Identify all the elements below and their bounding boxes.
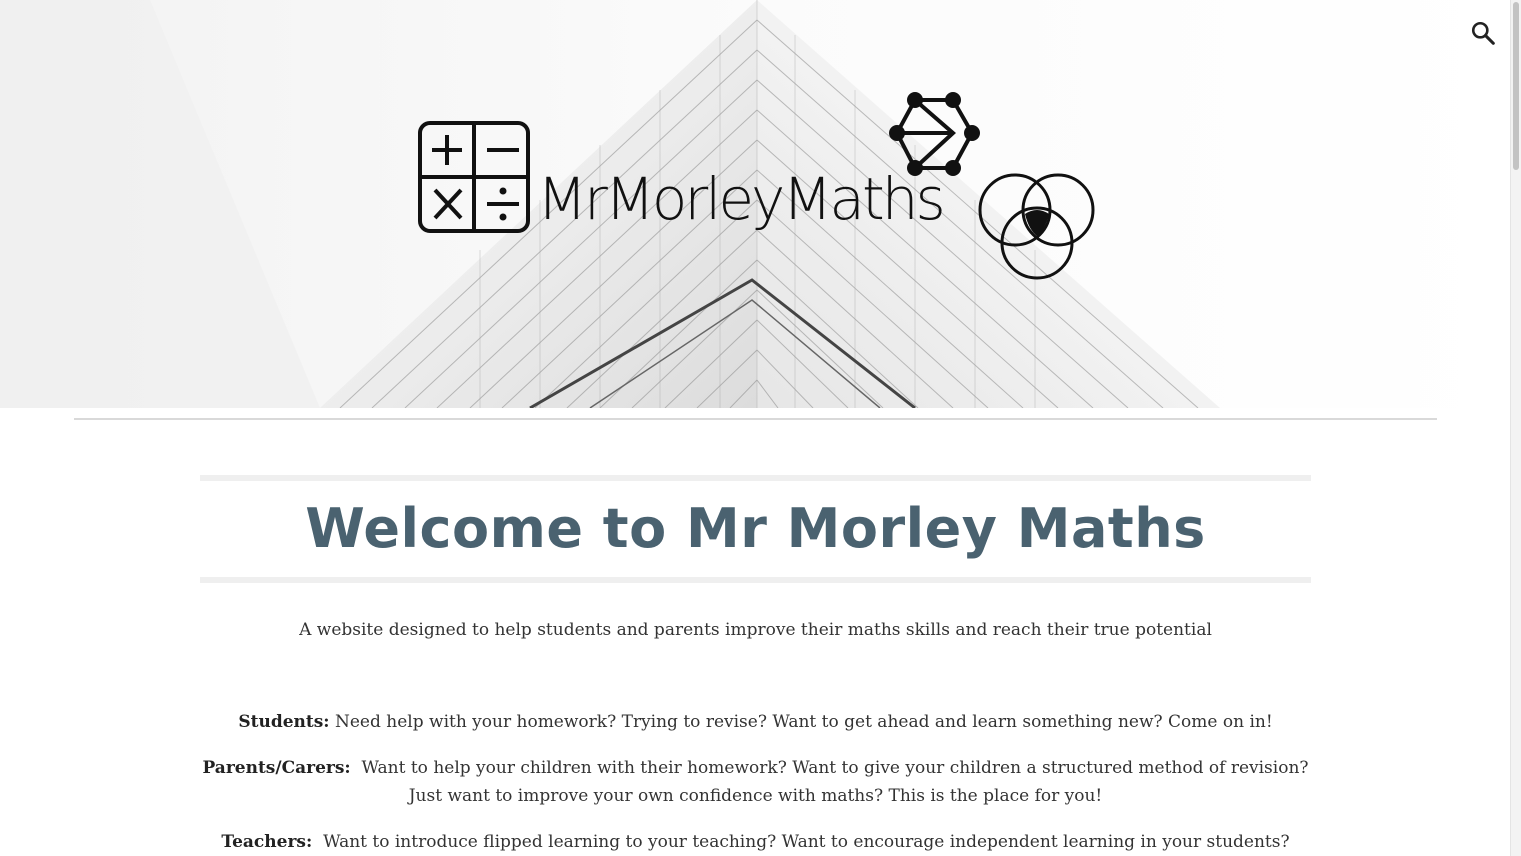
- parents-label: Parents/Carers:: [202, 758, 351, 778]
- page-title: Welcome to Mr Morley Maths: [305, 497, 1206, 560]
- tagline: A website designed to help students and …: [299, 620, 1212, 640]
- scrollbar[interactable]: [1510, 0, 1521, 856]
- site-logo[interactable]: MrMorleyMaths: [415, 88, 1105, 288]
- header-divider: [74, 418, 1437, 420]
- search-button[interactable]: [1466, 16, 1500, 50]
- parents-paragraph: Parents/Carers: Want to help your childr…: [196, 754, 1315, 810]
- teachers-label: Teachers:: [221, 832, 313, 852]
- graph-network-icon: [894, 98, 975, 170]
- page: MrMorleyMaths Welcome to Mr Morley Maths…: [0, 0, 1521, 856]
- students-text: Need help with your homework? Trying to …: [335, 712, 1273, 732]
- title-rule-bottom: [200, 577, 1311, 583]
- calculator-icon: [418, 121, 530, 233]
- title-rule-top: [200, 475, 1311, 481]
- parents-text: Want to help your children with their ho…: [361, 758, 1309, 806]
- teachers-text: Want to introduce flipped learning to yo…: [323, 832, 1290, 852]
- scrollbar-thumb[interactable]: [1513, 2, 1519, 170]
- teachers-paragraph: Teachers: Want to introduce flipped lear…: [196, 828, 1315, 856]
- students-paragraph: Students: Need help with your homework? …: [196, 708, 1315, 736]
- logo-text: MrMorleyMaths: [537, 165, 946, 233]
- search-icon: [1471, 21, 1495, 45]
- header-banner: MrMorleyMaths: [0, 0, 1510, 408]
- students-label: Students:: [238, 712, 330, 732]
